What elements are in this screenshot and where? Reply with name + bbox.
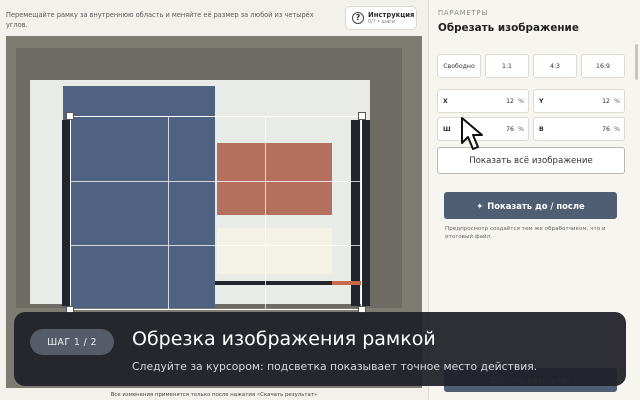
crop-grid-line [71, 181, 361, 182]
width-value: 76 [506, 126, 514, 133]
compare-button[interactable]: ✦ Показать до / после [444, 192, 617, 219]
crop-grid-line [71, 245, 361, 246]
photo-dark-post-edge [362, 120, 370, 306]
crop-handle-top-left[interactable] [66, 112, 74, 120]
y-field[interactable]: Y 12 % [533, 89, 625, 113]
tutorial-subtitle: Следуйте за курсором: подсветка показыва… [132, 360, 538, 373]
x-label: X [443, 98, 448, 105]
x-value: 12 [506, 98, 514, 105]
guide-button[interactable]: ? Инструкция 0/? • шаги [345, 6, 417, 30]
x-unit: % [518, 98, 524, 105]
help-icon: ? [352, 12, 364, 24]
ratio-16-9-button[interactable]: 16:9 [581, 54, 625, 78]
ratio-1-1-button[interactable]: 1:1 [485, 54, 529, 78]
panel-eyebrow: ПАРАМЕТРЫ [438, 9, 489, 17]
x-field[interactable]: X 12 % [437, 89, 529, 113]
compare-label: Показать до / после [487, 200, 585, 211]
wand-icon: ✦ [476, 200, 484, 211]
y-value: 12 [602, 98, 610, 105]
crop-grid-line [265, 117, 266, 309]
crop-hint: Перемещайте рамку за внутреннюю область … [6, 11, 314, 29]
panel-scrollbar[interactable] [635, 44, 638, 80]
crop-grid-line [168, 117, 169, 309]
ratio-4-3-button[interactable]: 4:3 [533, 54, 577, 78]
guide-text: Инструкция 0/? • шаги [368, 11, 414, 26]
width-unit: % [518, 126, 524, 133]
pointer-cursor-icon [461, 117, 483, 150]
y-unit: % [614, 98, 620, 105]
guide-title: Инструкция [368, 10, 415, 19]
y-label: Y [539, 98, 544, 105]
preview-note: Предпросмотр создаётся тем же обработчик… [445, 226, 606, 240]
crop-handle-top-right[interactable] [358, 112, 366, 120]
apply-note: Все изменения применятся только после на… [110, 392, 318, 398]
guide-subtitle: 0/? • шаги [368, 18, 396, 25]
crop-frame[interactable] [70, 116, 362, 310]
tutorial-overlay: ШАГ 1 / 2 Обрезка изображения рамкой Сле… [14, 312, 626, 386]
step-badge: ШАГ 1 / 2 [30, 329, 114, 355]
height-label: В [539, 126, 544, 133]
ratio-free-button[interactable]: Свободно [437, 54, 481, 78]
width-label: Ш [443, 126, 451, 133]
tutorial-title: Обрезка изображения рамкой [132, 328, 436, 350]
panel-title: Обрезать изображение [438, 22, 579, 34]
height-unit: % [614, 126, 620, 133]
height-field[interactable]: В 76 % [533, 117, 625, 141]
crop-editor: Перемещайте рамку за внутреннюю область … [0, 0, 640, 400]
height-value: 76 [602, 126, 610, 133]
